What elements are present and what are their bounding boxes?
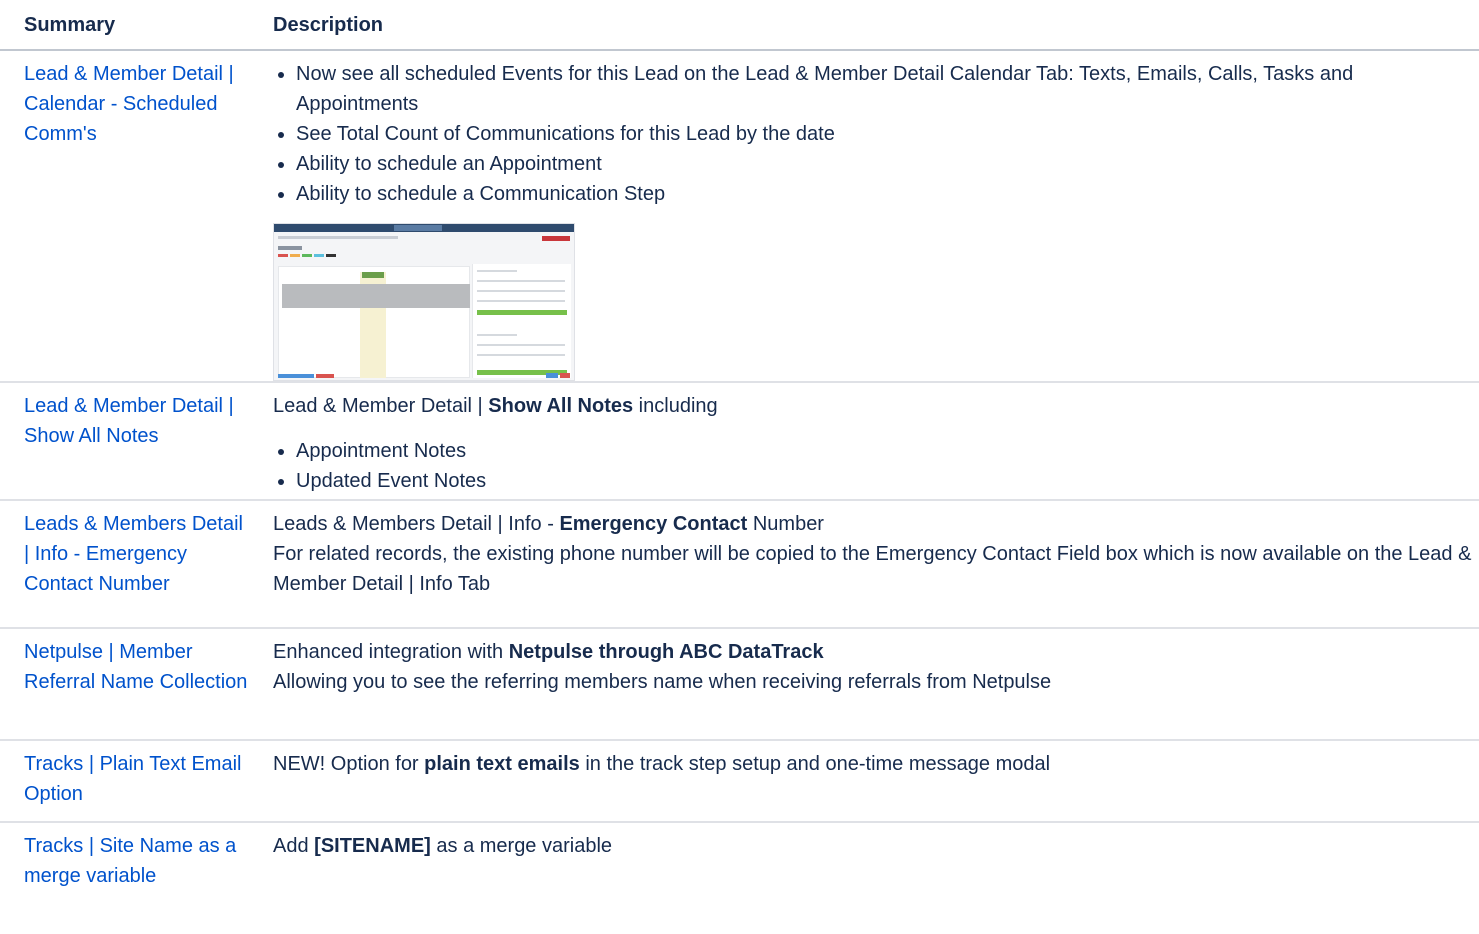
description-cell: Now see all scheduled Events for this Le… (260, 50, 1479, 383)
text-span: including (633, 395, 718, 417)
text-span: NEW! Option for (273, 753, 425, 775)
thumb-bottom-button (278, 374, 314, 378)
bullet-list: Appointment Notes Updated Event Notes (273, 436, 1479, 496)
thumb-header-logo (394, 225, 442, 231)
bullet-list: Now see all scheduled Events for this Le… (273, 59, 1479, 209)
thumb-event-cell (362, 272, 384, 278)
summary-cell: Netpulse | Member Referral Name Collecti… (0, 628, 260, 741)
thumb-pill (290, 254, 300, 257)
table-row: Netpulse | Member Referral Name Collecti… (0, 628, 1479, 741)
thumb-line (477, 354, 565, 356)
thumb-line (477, 344, 565, 346)
text-span: Leads & Members Detail | Info - (273, 513, 560, 535)
summary-link-emergency-contact[interactable]: Leads & Members Detail | Info - Emergenc… (24, 513, 243, 595)
table-row: Tracks | Plain Text Email Option NEW! Op… (0, 740, 1479, 823)
list-item: See Total Count of Communications for th… (296, 119, 1479, 149)
table-row: Lead & Member Detail | Show All Notes Le… (0, 382, 1479, 501)
summary-link-show-all-notes[interactable]: Lead & Member Detail | Show All Notes (24, 395, 234, 447)
bold-text: [SITENAME] (314, 835, 431, 857)
thumb-red-button (542, 236, 570, 241)
description-cell: Add [SITENAME] as a merge variable (260, 822, 1479, 898)
thumb-line (477, 270, 517, 272)
description-cell: Lead & Member Detail | Show All Notes in… (260, 382, 1479, 501)
list-item: Ability to schedule a Communication Step (296, 179, 1479, 209)
summary-link-plain-text-email[interactable]: Tracks | Plain Text Email Option (24, 753, 241, 805)
thumb-side-panel (472, 264, 571, 378)
summary-link-netpulse[interactable]: Netpulse | Member Referral Name Collecti… (24, 641, 247, 693)
description-line: For related records, the existing phone … (273, 543, 1472, 595)
description-line: NEW! Option for plain text emails in the… (273, 749, 1479, 779)
summary-link-calendar[interactable]: Lead & Member Detail | Calendar - Schedu… (24, 63, 234, 145)
thumb-bottom-button (316, 374, 334, 378)
summary-cell: Leads & Members Detail | Info - Emergenc… (0, 500, 260, 629)
text-span: Number (747, 513, 824, 535)
description-cell: Enhanced integration with Netpulse throu… (260, 628, 1479, 741)
table-header-row: Summary Description (0, 0, 1479, 51)
description-intro: Lead & Member Detail | Show All Notes in… (273, 391, 1479, 421)
thumb-line (477, 290, 565, 292)
summary-cell: Tracks | Site Name as a merge variable (0, 822, 260, 898)
description-cell: Leads & Members Detail | Info - Emergenc… (260, 500, 1479, 629)
list-item: Updated Event Notes (296, 466, 1479, 496)
bold-text: plain text emails (424, 753, 580, 775)
list-item: Appointment Notes (296, 436, 1479, 466)
text-span: as a merge variable (430, 835, 613, 857)
table-row: Lead & Member Detail | Calendar - Schedu… (0, 50, 1479, 383)
thumb-selected-range (282, 284, 470, 308)
release-notes-table: Summary Description Lead & Member Detail… (0, 0, 1479, 898)
thumb-bottom-button (560, 373, 570, 378)
description-line: Leads & Members Detail | Info - Emergenc… (273, 509, 1479, 539)
thumb-green-button (477, 310, 567, 315)
thumb-pill (302, 254, 312, 257)
bold-text: Show All Notes (488, 395, 634, 417)
table-row: Tracks | Site Name as a merge variable A… (0, 822, 1479, 898)
text-span: in the track step setup and one-time mes… (579, 753, 1051, 775)
thumb-pill (314, 254, 324, 257)
summary-cell: Lead & Member Detail | Calendar - Schedu… (0, 50, 260, 383)
thumb-line (477, 334, 517, 336)
calendar-screenshot-thumbnail[interactable] (273, 223, 575, 381)
text-span: Lead & Member Detail | (273, 395, 489, 417)
thumb-pill (326, 254, 336, 257)
list-item: Now see all scheduled Events for this Le… (296, 59, 1479, 119)
table-row: Leads & Members Detail | Info - Emergenc… (0, 500, 1479, 629)
summary-cell: Lead & Member Detail | Show All Notes (0, 382, 260, 501)
text-span: Add (273, 835, 315, 857)
description-line: Allowing you to see the referring member… (273, 671, 1052, 693)
description-line: Add [SITENAME] as a merge variable (273, 831, 1479, 861)
description-line: Enhanced integration with Netpulse throu… (273, 637, 1479, 667)
summary-link-site-name[interactable]: Tracks | Site Name as a merge variable (24, 835, 236, 887)
description-header: Description (260, 0, 1479, 51)
text-span: Enhanced integration with (273, 641, 509, 663)
bold-text: Netpulse through ABC DataTrack (508, 641, 824, 663)
list-item: Ability to schedule an Appointment (296, 149, 1479, 179)
thumb-pill (278, 254, 288, 257)
thumb-bottom-button (546, 373, 558, 378)
bold-text: Emergency Contact (559, 513, 748, 535)
thumb-line (477, 280, 565, 282)
thumb-title (278, 246, 302, 250)
description-cell: NEW! Option for plain text emails in the… (260, 740, 1479, 823)
summary-header: Summary (0, 0, 260, 51)
thumb-nav-bar (278, 236, 398, 239)
summary-cell: Tracks | Plain Text Email Option (0, 740, 260, 823)
thumb-line (477, 300, 565, 302)
